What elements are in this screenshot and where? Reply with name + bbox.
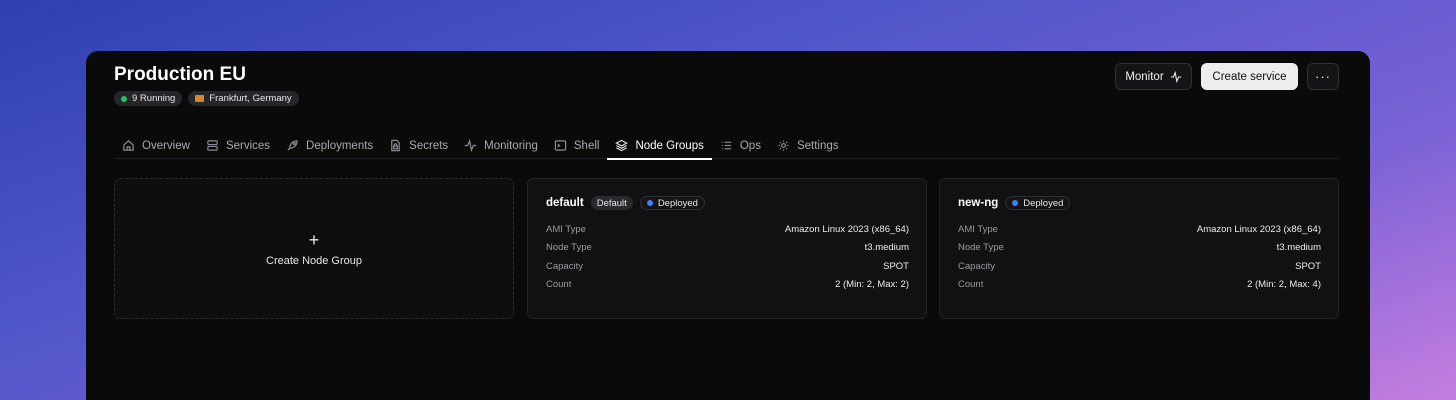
tab-shell[interactable]: Shell: [546, 132, 608, 159]
tab-ops[interactable]: Ops: [712, 132, 769, 159]
tab-services[interactable]: Services: [198, 132, 278, 159]
status-badge: Deployed: [1005, 196, 1071, 210]
detail-row: Node Type t3.medium: [958, 239, 1321, 258]
default-badge: Default: [590, 196, 633, 210]
node-group-card[interactable]: default Default Deployed AMI Type Amazon …: [527, 178, 927, 319]
detail-key: Count: [546, 279, 572, 291]
card-header: default Default Deployed: [546, 196, 705, 210]
activity-icon: [1170, 70, 1181, 83]
card-header: new-ng Deployed: [958, 196, 1071, 210]
plus-icon: +: [308, 229, 320, 250]
detail-key: AMI Type: [546, 223, 586, 235]
detail-list: AMI Type Amazon Linux 2023 (x86_64) Node …: [958, 220, 1321, 294]
tab-label: Secrets: [409, 139, 449, 152]
detail-row: Capacity SPOT: [546, 257, 909, 276]
detail-value: t3.medium: [1276, 242, 1321, 254]
file-lock-icon: [391, 139, 400, 152]
home-icon: [123, 140, 134, 151]
detail-key: Node Type: [546, 242, 592, 254]
status-dot-icon: [646, 200, 653, 206]
detail-row: Capacity SPOT: [958, 257, 1321, 276]
tab-deployments[interactable]: Deployments: [278, 132, 381, 159]
tab-label: Services: [225, 139, 271, 152]
status-dot-icon: [1012, 200, 1019, 206]
tab-label: Ops: [739, 139, 761, 152]
detail-row: Count 2 (Min: 2, Max: 2): [546, 276, 909, 295]
create-node-group-label: Create Node Group: [266, 254, 362, 267]
detail-value: Amazon Linux 2023 (x86_64): [784, 223, 909, 235]
more-options-button[interactable]: ···: [1307, 63, 1339, 90]
tab-label: Settings: [796, 139, 839, 152]
node-group-name: new-ng: [958, 197, 999, 209]
tab-label: Deployments: [306, 139, 374, 152]
header-actions: Monitor Create service ···: [1115, 63, 1339, 90]
node-group-name: default: [546, 197, 584, 209]
create-node-group-card[interactable]: + Create Node Group: [114, 178, 514, 319]
region-badge: Frankfurt, Germany: [188, 91, 299, 106]
detail-value: 2 (Min: 2, Max: 4): [1247, 279, 1321, 291]
activity-icon: [465, 139, 477, 152]
server-icon: [207, 140, 218, 151]
status-badge: Deployed: [639, 196, 705, 210]
tab-monitoring[interactable]: Monitoring: [456, 132, 546, 159]
status-badges: 9 Running Frankfurt, Germany: [114, 91, 299, 106]
gear-icon: [778, 140, 789, 151]
detail-key: Count: [958, 279, 984, 291]
detail-value: t3.medium: [864, 242, 909, 254]
tab-bar: Overview Services Deployments Secrets Mo…: [114, 132, 1339, 160]
page-title: Production EU: [114, 64, 246, 85]
detail-row: AMI Type Amazon Linux 2023 (x86_64): [546, 220, 909, 239]
app-window: Production EU 9 Running Frankfurt, Germa…: [86, 51, 1370, 400]
detail-key: Capacity: [958, 260, 995, 272]
tab-secrets[interactable]: Secrets: [381, 132, 456, 159]
tab-node-groups[interactable]: Node Groups: [607, 132, 713, 160]
list-icon: [721, 141, 732, 150]
status-label: Deployed: [657, 197, 698, 209]
aws-icon: [195, 95, 205, 102]
running-badge-label: 9 Running: [132, 93, 176, 104]
region-badge-label: Frankfurt, Germany: [209, 93, 292, 104]
tab-label: Shell: [573, 139, 600, 152]
detail-value: SPOT: [883, 260, 909, 272]
tab-settings[interactable]: Settings: [769, 132, 847, 159]
node-group-card[interactable]: new-ng Deployed AMI Type Amazon Linux 202…: [939, 178, 1339, 319]
detail-list: AMI Type Amazon Linux 2023 (x86_64) Node …: [546, 220, 909, 294]
monitor-button-label: Monitor: [1125, 70, 1164, 83]
detail-value: SPOT: [1295, 260, 1321, 272]
monitor-button[interactable]: Monitor: [1115, 63, 1192, 90]
status-dot-icon: [121, 95, 127, 102]
detail-value: 2 (Min: 2, Max: 2): [835, 279, 909, 291]
detail-row: Node Type t3.medium: [546, 239, 909, 258]
detail-row: AMI Type Amazon Linux 2023 (x86_64): [958, 220, 1321, 239]
running-badge: 9 Running: [114, 91, 183, 106]
create-service-button[interactable]: Create service: [1201, 63, 1298, 90]
tab-label: Node Groups: [635, 139, 704, 152]
detail-key: Node Type: [958, 242, 1004, 254]
detail-key: AMI Type: [958, 223, 998, 235]
layers-icon: [615, 139, 629, 152]
detail-key: Capacity: [546, 260, 583, 272]
tab-label: Monitoring: [484, 139, 538, 152]
detail-value: Amazon Linux 2023 (x86_64): [1196, 223, 1321, 235]
tab-overview[interactable]: Overview: [114, 132, 198, 159]
terminal-icon: [554, 140, 567, 151]
status-label: Deployed: [1023, 197, 1064, 209]
rocket-icon: [287, 140, 298, 151]
tab-label: Overview: [142, 139, 190, 152]
detail-row: Count 2 (Min: 2, Max: 4): [958, 276, 1321, 295]
